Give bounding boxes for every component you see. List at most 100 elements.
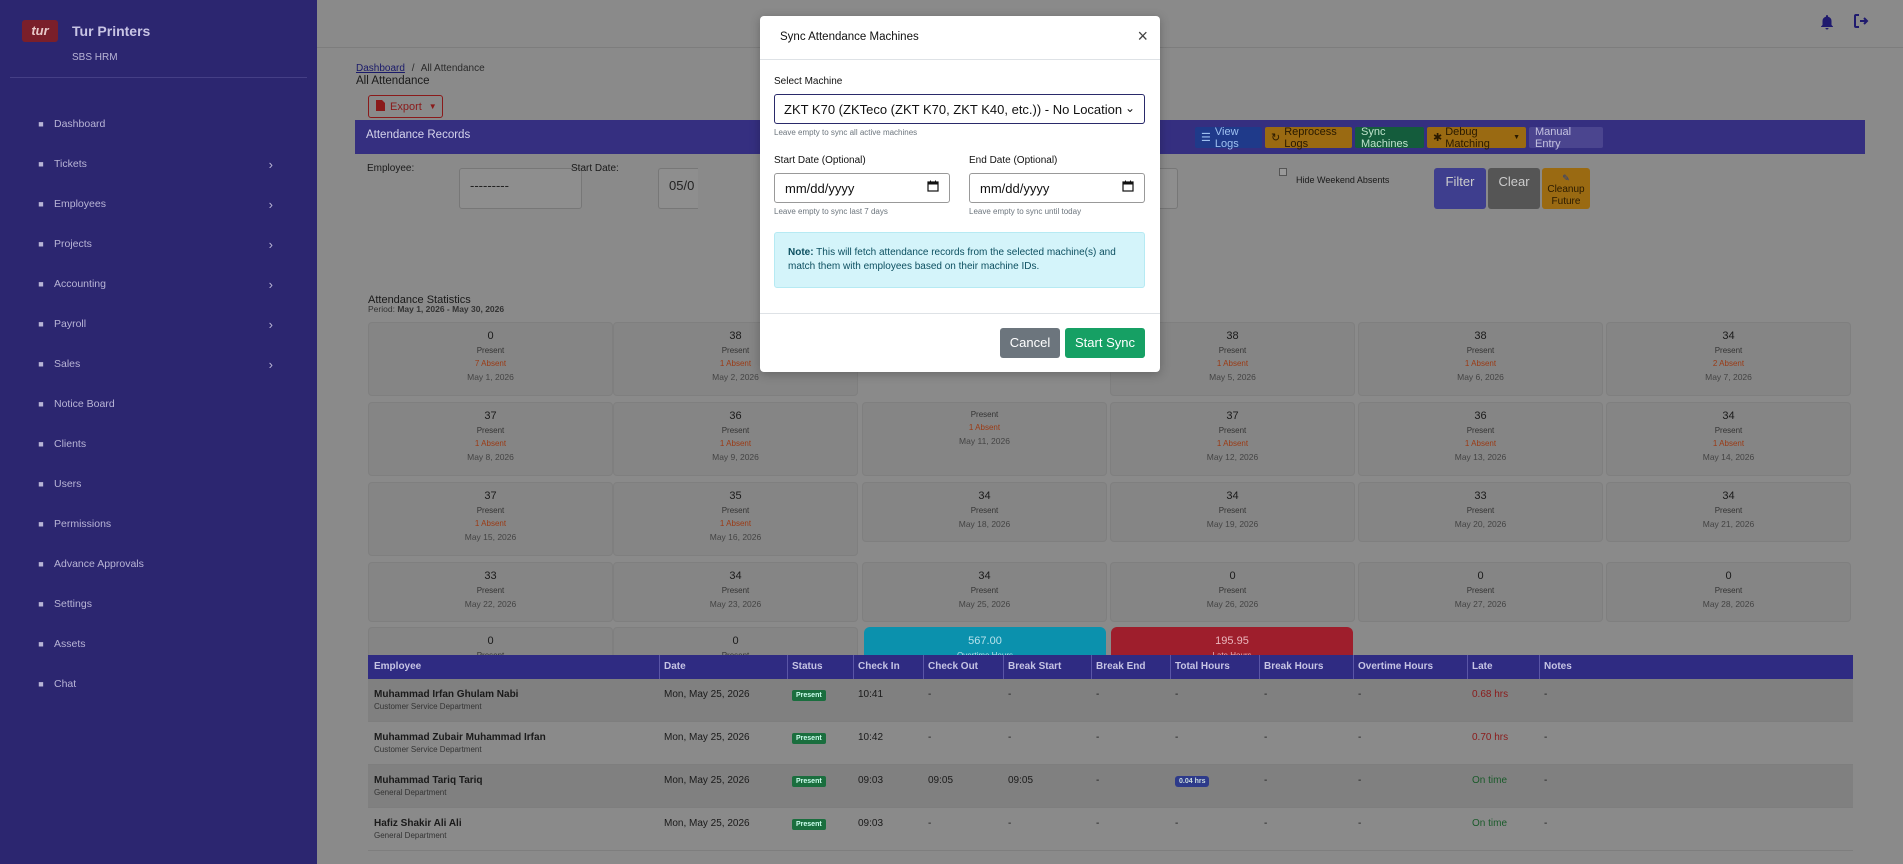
machine-select[interactable]: ZKT K70 (ZKTeco (ZKT K70, ZKT K40, etc.)… — [774, 94, 1145, 124]
column-header[interactable]: Date — [664, 661, 686, 672]
sidebar-item-permissions[interactable]: ■ Permissions — [0, 504, 317, 544]
stat-day-card: 0 Present May 26, 2026 — [1110, 562, 1355, 622]
start-date-filter-input[interactable]: 05/0 — [658, 168, 698, 209]
sidebar-item-employees[interactable]: ■ Employees › — [0, 184, 317, 224]
sidebar-item-dashboard[interactable]: ■ Dashboard — [0, 104, 317, 144]
stat-absent-count: 1 Absent — [1464, 359, 1497, 368]
export-button[interactable]: Export ▼ — [368, 95, 443, 118]
cell-total: - — [1175, 818, 1179, 829]
table-row[interactable]: Muhammad Zubair Muhammad Irfan Mon, May 2… — [368, 722, 1853, 765]
column-header[interactable]: Overtime Hours — [1358, 661, 1433, 672]
stat-count: 34 — [729, 570, 742, 582]
column-header[interactable]: Break Hours — [1264, 661, 1323, 672]
overtime-value: 567.00 — [968, 635, 1002, 647]
accounting-icon: ■ — [38, 279, 44, 289]
sidebar-item-label: Dashboard — [54, 118, 106, 130]
table-row[interactable]: Hafiz Shakir Ali Ali Mon, May 25, 2026 Pre… — [368, 808, 1853, 851]
stat-count: 0 — [1725, 570, 1732, 582]
column-header[interactable]: Check In — [858, 661, 900, 672]
stat-count: 34 — [978, 490, 991, 502]
stat-date: May 2, 2026 — [712, 372, 759, 382]
calendar-icon[interactable] — [1122, 180, 1134, 195]
cleanup-future-label: Cleanup Future — [1547, 184, 1585, 207]
table-cell: 10:41 — [858, 689, 883, 700]
table-row[interactable]: Muhammad Irfan Ghulam Nabi Mon, May 25, 2… — [368, 679, 1853, 722]
table-cell: - — [1096, 775, 1099, 786]
stat-present-label: Present — [476, 346, 505, 355]
stat-date: May 1, 2026 — [467, 372, 514, 382]
stat-date: May 18, 2026 — [958, 519, 1011, 529]
stat-count: 37 — [484, 410, 497, 422]
debug-matching-button[interactable]: ✱ Debug Matching ▼ — [1427, 126, 1526, 150]
sidebar-item-label: Settings — [54, 598, 92, 610]
close-icon[interactable]: × — [1137, 27, 1148, 45]
stat-count: 33 — [484, 570, 497, 582]
sidebar-item-chat[interactable]: ■ Chat — [0, 664, 317, 704]
stat-present-label: Present — [1218, 586, 1247, 595]
end-date-input[interactable]: mm/dd/yyyy — [969, 173, 1145, 203]
sidebar-item-advance-approvals[interactable]: ■ Advance Approvals — [0, 544, 317, 584]
column-divider — [1353, 655, 1354, 679]
cancel-button[interactable]: Cancel — [1000, 328, 1060, 358]
logout-icon[interactable] — [1853, 13, 1869, 33]
stat-absent-count: 1 Absent — [474, 439, 507, 448]
filter-button[interactable]: Filter — [1434, 168, 1486, 209]
column-header[interactable]: Notes — [1544, 661, 1572, 672]
cleanup-future-button[interactable]: ✎ Cleanup Future — [1542, 168, 1590, 209]
table-cell: 09:05 — [928, 775, 953, 786]
table-row[interactable]: Muhammad Tariq Tariq Mon, May 25, 2026 Pre… — [368, 765, 1853, 808]
sidebar-item-projects[interactable]: ■ Projects › — [0, 224, 317, 264]
hide-weekend-label: Hide Weekend Absents — [1296, 175, 1390, 185]
column-divider — [853, 655, 854, 679]
employee-select[interactable]: --------- — [459, 168, 582, 209]
stat-day-card: Present 1 Absent May 11, 2026 — [862, 402, 1107, 476]
sidebar-item-payroll[interactable]: ■ Payroll › — [0, 304, 317, 344]
table-cell: Present — [792, 732, 826, 744]
column-header[interactable]: Late — [1472, 661, 1493, 672]
table-cell: - — [1264, 818, 1267, 829]
stat-absent-count: 1 Absent — [719, 439, 752, 448]
manual-entry-button[interactable]: Manual Entry — [1529, 126, 1603, 150]
users-icon: ■ — [38, 479, 44, 489]
column-header[interactable]: Status — [792, 661, 823, 672]
start-sync-button[interactable]: Start Sync — [1065, 328, 1145, 358]
brand[interactable]: tur Tur Printers — [22, 20, 150, 42]
sidebar-item-accounting[interactable]: ■ Accounting › — [0, 264, 317, 304]
breadcrumb-home-link[interactable]: Dashboard — [356, 63, 405, 74]
view-logs-button[interactable]: ☰ View Logs — [1195, 126, 1262, 150]
stat-count: 33 — [1474, 490, 1487, 502]
list-icon: ☰ — [1201, 132, 1211, 144]
stat-present-label: Present — [476, 506, 505, 515]
end-date-label: End Date (Optional) — [969, 155, 1058, 166]
status-badge: Present — [792, 819, 826, 830]
column-divider — [1170, 655, 1171, 679]
stat-day-card: 37 Present 1 Absent May 12, 2026 — [1110, 402, 1355, 476]
sidebar-item-clients[interactable]: ■ Clients — [0, 424, 317, 464]
sidebar-item-users[interactable]: ■ Users — [0, 464, 317, 504]
hide-weekend-checkbox[interactable] — [1279, 168, 1287, 176]
sidebar-item-tickets[interactable]: ■ Tickets › — [0, 144, 317, 184]
column-header[interactable]: Employee — [374, 661, 421, 672]
bell-icon[interactable] — [1820, 14, 1834, 30]
column-header[interactable]: Total Hours — [1175, 661, 1230, 672]
reprocess-logs-button[interactable]: ↻ Reprocess Logs — [1265, 126, 1352, 150]
stat-absent-count: 1 Absent — [719, 519, 752, 528]
stat-absent-count: 1 Absent — [968, 423, 1001, 432]
table-cell: - — [1008, 818, 1011, 829]
column-header[interactable]: Break Start — [1008, 661, 1061, 672]
employee-name: Muhammad Irfan Ghulam Nabi — [374, 689, 519, 700]
sync-machines-button[interactable]: Sync Machines — [1355, 126, 1424, 150]
clear-button[interactable]: Clear — [1488, 168, 1540, 209]
table-cell: - — [1544, 775, 1547, 786]
column-header[interactable]: Check Out — [928, 661, 978, 672]
calendar-icon[interactable] — [927, 180, 939, 195]
cell-bhours: - — [1264, 775, 1268, 786]
sidebar-item-sales[interactable]: ■ Sales › — [0, 344, 317, 384]
sidebar-item-assets[interactable]: ■ Assets — [0, 624, 317, 664]
start-date-input[interactable]: mm/dd/yyyy — [774, 173, 950, 203]
column-header[interactable]: Break End — [1096, 661, 1145, 672]
sidebar-item-notice-board[interactable]: ■ Notice Board — [0, 384, 317, 424]
sidebar-item-label: Sales — [54, 358, 81, 370]
sidebar-item-settings[interactable]: ■ Settings — [0, 584, 317, 624]
table-cell: 09:03 — [858, 818, 883, 829]
